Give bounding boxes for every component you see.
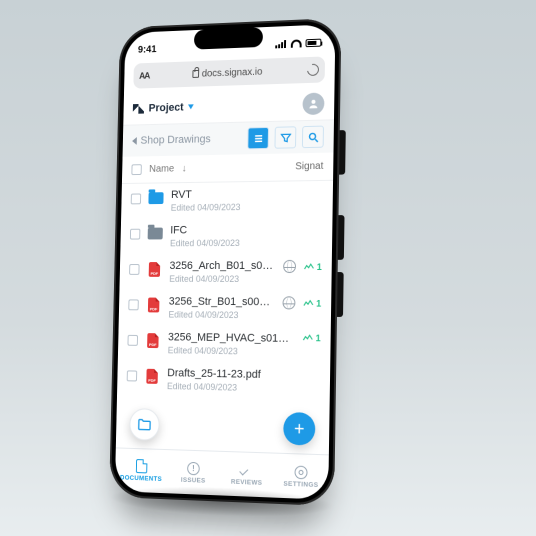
revision-badge: 1: [303, 298, 321, 308]
row-checkbox[interactable]: [127, 370, 138, 381]
column-name-label[interactable]: Name: [149, 164, 174, 175]
pdf-file-icon: [146, 368, 158, 383]
globe-icon: [282, 296, 295, 309]
settings-gear-icon: [294, 465, 307, 479]
file-edited-date: Edited 04/09/2023: [170, 238, 314, 249]
pdf-file-icon: [147, 333, 159, 348]
breadcrumb-title: Shop Drawings: [140, 133, 210, 146]
file-row[interactable]: 3256_Str_B01_s006.pdfEdited 04/09/2023 1: [119, 290, 332, 328]
filter-button[interactable]: [274, 126, 296, 148]
browser-address-bar[interactable]: AA docs.signax.io: [133, 56, 325, 88]
file-name: IFC: [170, 223, 314, 236]
row-checkbox[interactable]: [129, 264, 139, 275]
revision-badge: 1: [303, 333, 321, 343]
tab-reviews[interactable]: REVIEWS: [219, 452, 274, 498]
tab-issues[interactable]: ! ISSUES: [167, 450, 221, 495]
reviews-check-icon: [240, 465, 254, 476]
reload-icon[interactable]: [305, 62, 322, 79]
documents-icon: [135, 459, 147, 473]
tab-label: DOCUMENTS: [120, 474, 162, 483]
globe-icon: [283, 260, 296, 273]
pdf-file-icon: [149, 262, 161, 277]
file-row[interactable]: RVTEdited 04/09/2023: [121, 181, 333, 219]
bottom-tab-bar: DOCUMENTS! ISSUES REVIEWS SETTINGS: [115, 447, 329, 499]
row-checkbox[interactable]: [127, 335, 138, 346]
search-button[interactable]: [302, 126, 324, 149]
row-checkbox[interactable]: [131, 193, 141, 204]
file-name: RVT: [171, 187, 315, 201]
breadcrumb-back[interactable]: Shop Drawings: [132, 133, 211, 147]
app-logo-icon: [133, 103, 144, 113]
column-signature-label[interactable]: Signat: [295, 161, 323, 173]
file-name: 3256_MEP_HVAC_s014…: [168, 331, 295, 345]
user-avatar[interactable]: [302, 92, 324, 115]
pdf-file-icon: [148, 297, 160, 312]
file-name: Drafts_25-11-23.pdf: [167, 367, 312, 382]
tab-documents[interactable]: DOCUMENTS: [115, 448, 168, 493]
select-all-checkbox[interactable]: [131, 164, 141, 175]
revision-badge: 1: [304, 261, 322, 271]
row-checkbox[interactable]: [128, 299, 139, 310]
lock-icon: [192, 70, 199, 78]
row-checkbox[interactable]: [130, 229, 140, 240]
cell-signal-icon: [275, 40, 287, 48]
sort-indicator-icon: ↓: [182, 163, 187, 174]
battery-icon: [306, 39, 322, 48]
text-size-button[interactable]: AA: [139, 71, 149, 81]
file-row[interactable]: 3256_MEP_HVAC_s014…Edited 04/09/2023 1: [118, 325, 331, 364]
tab-label: ISSUES: [181, 477, 206, 485]
folder-icon: [148, 192, 163, 204]
file-edited-date: Edited 04/09/2023: [171, 201, 315, 213]
project-label: Project: [149, 101, 184, 114]
status-time: 9:41: [138, 44, 157, 55]
file-row[interactable]: IFC Edited 04/09/2023: [120, 217, 332, 254]
file-name: 3256_Str_B01_s006.pdf: [169, 296, 275, 309]
file-edited-date: Edited 04/09/2023: [168, 345, 295, 357]
project-selector[interactable]: Project: [133, 101, 194, 114]
file-row[interactable]: 3256_Arch_B01_s023… Edited 04/09/2023 1: [119, 254, 331, 291]
tab-settings[interactable]: SETTINGS: [273, 454, 329, 500]
file-edited-date: Edited 04/09/2023: [167, 381, 312, 394]
phone-frame: 9:41 AA docs.signax.io Project Shop Draw…: [109, 18, 341, 506]
url-text: docs.signax.io: [202, 66, 263, 79]
back-chevron-icon: [132, 137, 137, 145]
screen: 9:41 AA docs.signax.io Project Shop Draw…: [115, 24, 336, 500]
table-header: Name ↓ Signat: [122, 153, 334, 184]
file-edited-date: Edited 04/09/2023: [168, 310, 274, 321]
app-header: Project: [123, 86, 334, 126]
view-list-button[interactable]: [247, 127, 269, 149]
chevron-down-icon: [188, 104, 194, 109]
wifi-icon: [291, 39, 302, 47]
plus-icon: +: [294, 418, 305, 440]
breadcrumb-bar: Shop Drawings: [123, 120, 334, 156]
folder-icon: [148, 228, 163, 240]
file-name: 3256_Arch_B01_s023…: [169, 260, 275, 272]
tab-label: REVIEWS: [231, 479, 263, 487]
file-row[interactable]: Drafts_25-11-23.pdfEdited 04/09/2023: [117, 360, 330, 400]
tab-label: SETTINGS: [283, 481, 318, 490]
issues-icon: !: [187, 461, 200, 475]
dynamic-island: [194, 27, 263, 49]
file-edited-date: Edited 04/09/2023: [169, 274, 275, 284]
